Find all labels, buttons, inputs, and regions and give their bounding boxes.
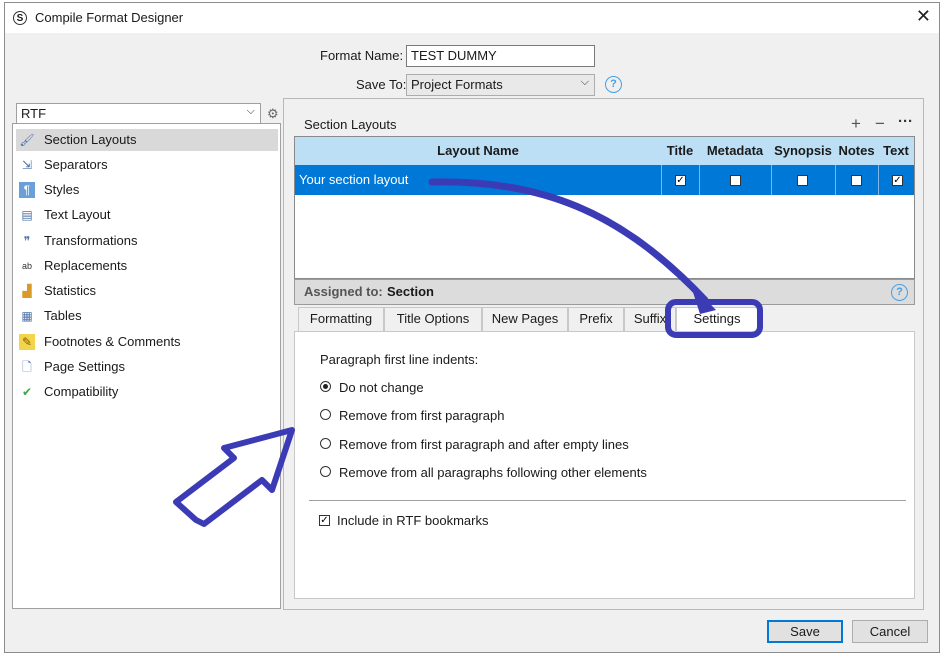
sidebar-item-tables[interactable]: ▦ Tables — [16, 305, 278, 327]
table-header: Layout Name Title Metadata Synopsis Note… — [295, 137, 914, 165]
sidebar-item-footnotes-comments[interactable]: ✎ Footnotes & Comments — [16, 331, 278, 353]
format-name-input[interactable]: TEST DUMMY — [406, 45, 595, 67]
title-bar: S Compile Format Designer ✕ — [5, 3, 939, 33]
tab-title-options[interactable]: Title Options — [384, 307, 482, 331]
paragraph-icon: ¶ — [19, 182, 35, 198]
sidebar-item-label: Tables — [44, 308, 82, 323]
brush-icon: 🖌 — [19, 133, 35, 147]
sidebar-item-label: Replacements — [44, 258, 128, 273]
sidebar-item-label: Text Layout — [44, 207, 111, 222]
rtf-bookmarks-checkbox[interactable]: ✓ — [319, 515, 330, 526]
ab-ac-icon: ab — [21, 261, 32, 271]
column-divider — [835, 165, 836, 195]
save-to-dropdown[interactable]: Project Formats ⌵ — [406, 74, 595, 96]
section-layouts-heading: Section Layouts — [304, 117, 397, 132]
save-button[interactable]: Save — [767, 620, 843, 643]
save-to-label: Save To: — [356, 77, 407, 92]
notes-checkbox[interactable] — [851, 175, 862, 186]
option-label[interactable]: Do not change — [339, 380, 424, 395]
column-header-title: Title — [666, 143, 694, 158]
close-icon[interactable]: ✕ — [916, 6, 931, 27]
quotes-icon: ❞ — [23, 234, 31, 248]
comment-icon: ✎ — [19, 334, 35, 350]
tab-prefix[interactable]: Prefix — [568, 307, 624, 331]
synopsis-checkbox[interactable] — [797, 175, 808, 186]
sidebar-item-text-layout[interactable]: ▤ Text Layout — [16, 204, 278, 226]
assigned-to-value: Section — [387, 284, 434, 299]
help-icon[interactable]: ? — [891, 284, 908, 301]
chevron-down-icon: ⌵ — [580, 76, 589, 88]
column-divider — [661, 165, 662, 195]
option-label[interactable]: Remove from first paragraph and after em… — [339, 437, 629, 452]
scrivener-app-icon: S — [13, 11, 27, 25]
sidebar-item-label: Styles — [44, 182, 80, 197]
add-icon[interactable]: + — [851, 114, 861, 134]
sidebar-item-label: Footnotes & Comments — [44, 334, 181, 349]
sidebar-item-label: Statistics — [44, 283, 97, 298]
chevron-down-icon: ⌵ — [246, 105, 255, 117]
sidebar-item-transformations[interactable]: ❞ Transformations — [16, 230, 278, 252]
sidebar-item-label: Page Settings — [44, 359, 125, 374]
remove-icon[interactable]: − — [875, 114, 885, 134]
do-not-change-radio[interactable] — [320, 381, 331, 392]
layout-name-cell[interactable]: Your section layout — [299, 172, 408, 187]
help-icon[interactable]: ? — [605, 76, 622, 93]
sidebar-item-label: Section Layouts — [44, 132, 137, 147]
format-type-dropdown[interactable]: RTF ⌵ — [16, 103, 261, 124]
bar-chart-icon: ▟ — [22, 284, 32, 298]
column-header-layout-name: Layout Name — [437, 143, 519, 158]
sidebar-item-label: Transformations — [44, 233, 138, 248]
column-header-synopsis: Synopsis — [774, 143, 832, 158]
rtf-bookmarks-label[interactable]: Include in RTF bookmarks — [337, 513, 489, 528]
tab-suffix[interactable]: Suffix — [624, 307, 676, 331]
sidebar-item-separators[interactable]: ⇲ Separators — [16, 154, 278, 176]
sidebar-item-statistics[interactable]: ▟ Statistics — [16, 280, 278, 302]
column-divider — [878, 165, 879, 195]
option-label[interactable]: Remove from all paragraphs following oth… — [339, 465, 647, 480]
format-name-label: Format Name: — [320, 48, 404, 63]
cancel-button[interactable]: Cancel — [852, 620, 928, 643]
section-layouts-table: Layout Name Title Metadata Synopsis Note… — [294, 136, 915, 279]
sidebar-item-label: Compatibility — [44, 384, 119, 399]
remove-first-paragraph-radio[interactable] — [320, 409, 331, 420]
sidebar: 🖌 Section Layouts ⇲ Separators ¶ Styles … — [12, 123, 281, 609]
text-layout-icon: ▤ — [21, 208, 33, 222]
column-header-text: Text — [883, 143, 909, 158]
sidebar-item-compatibility[interactable]: ✔ Compatibility — [16, 381, 278, 403]
table-row[interactable]: Your section layout — [295, 165, 914, 195]
indent-options-label: Paragraph first line indents: — [320, 352, 479, 367]
sidebar-item-section-layouts[interactable]: 🖌 Section Layouts — [16, 129, 278, 151]
window-title: Compile Format Designer — [35, 10, 184, 25]
tab-settings[interactable]: Settings — [676, 307, 758, 331]
sidebar-item-replacements[interactable]: ab Replacements — [16, 255, 278, 277]
gear-icon[interactable]: ⚙ — [267, 106, 279, 122]
remove-first-and-after-empty-radio[interactable] — [320, 438, 331, 449]
title-checkbox[interactable]: ✓ — [675, 175, 686, 186]
column-divider — [699, 165, 700, 195]
sidebar-item-styles[interactable]: ¶ Styles — [16, 179, 278, 201]
sidebar-item-page-settings[interactable]: 🗋 Page Settings — [16, 356, 278, 378]
tab-formatting[interactable]: Formatting — [298, 307, 384, 331]
column-header-metadata: Metadata — [706, 143, 764, 158]
assigned-to-label: Assigned to: — [304, 284, 383, 299]
tab-new-pages[interactable]: New Pages — [482, 307, 568, 331]
save-to-value: Project Formats — [411, 77, 503, 92]
column-divider — [771, 165, 772, 195]
assigned-to-bar: Assigned to: Section ? — [294, 279, 915, 305]
column-header-notes: Notes — [838, 143, 875, 158]
metadata-checkbox[interactable] — [730, 175, 741, 186]
page-icon: 🗋 — [22, 360, 32, 374]
text-checkbox[interactable]: ✓ — [892, 175, 903, 186]
more-options-icon[interactable]: ··· — [898, 113, 913, 130]
format-type-value: RTF — [21, 106, 47, 121]
option-label[interactable]: Remove from first paragraph — [339, 408, 504, 423]
sidebar-item-label: Separators — [44, 157, 108, 172]
separator-icon: ⇲ — [21, 158, 33, 172]
table-icon: ▦ — [21, 309, 33, 323]
remove-all-following-radio[interactable] — [320, 466, 331, 477]
check-badge-icon: ✔ — [21, 385, 33, 399]
divider — [309, 500, 906, 501]
